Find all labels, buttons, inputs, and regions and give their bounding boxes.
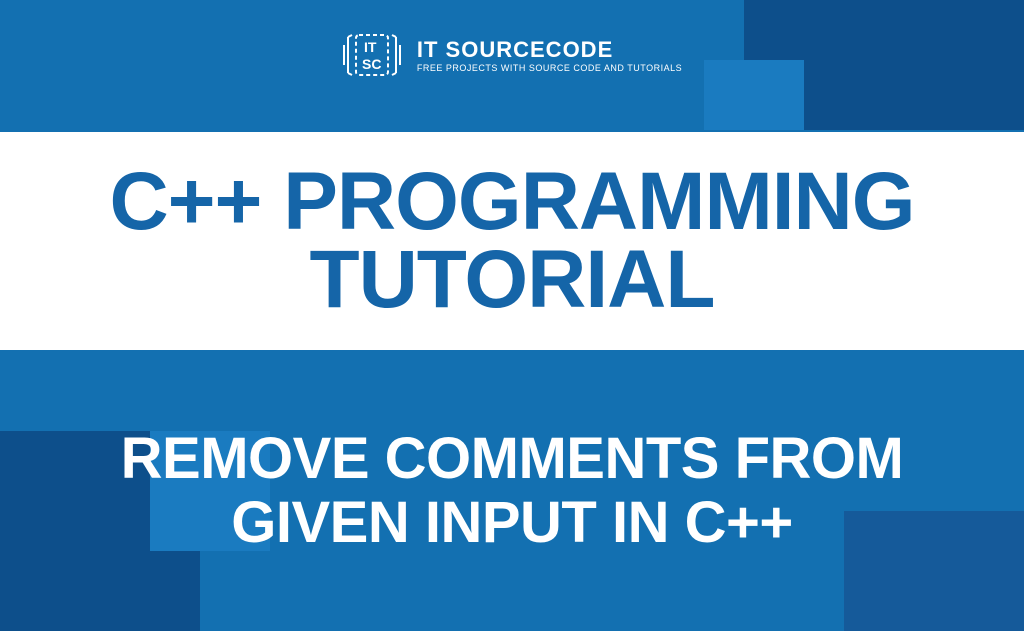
main-title-box: C++ PROGRAMMING TUTORIAL [0,132,1024,350]
main-title: C++ PROGRAMMING TUTORIAL [0,163,1024,319]
bottom-section: REMOVE COMMENTS FROM GIVEN INPUT IN C++ [0,350,1024,631]
logo-icon: IT SC [342,25,402,85]
svg-text:IT: IT [364,39,377,55]
header: IT SC IT SOURCECODE FREE PROJECTS WITH S… [0,25,1024,85]
svg-text:SC: SC [362,56,381,72]
brand-tagline: FREE PROJECTS WITH SOURCE CODE AND TUTOR… [417,63,682,73]
logo-text-container: IT SOURCECODE FREE PROJECTS WITH SOURCE … [417,37,682,73]
brand-name: IT SOURCECODE [417,37,682,63]
subtitle: REMOVE COMMENTS FROM GIVEN INPUT IN C++ [30,427,994,555]
